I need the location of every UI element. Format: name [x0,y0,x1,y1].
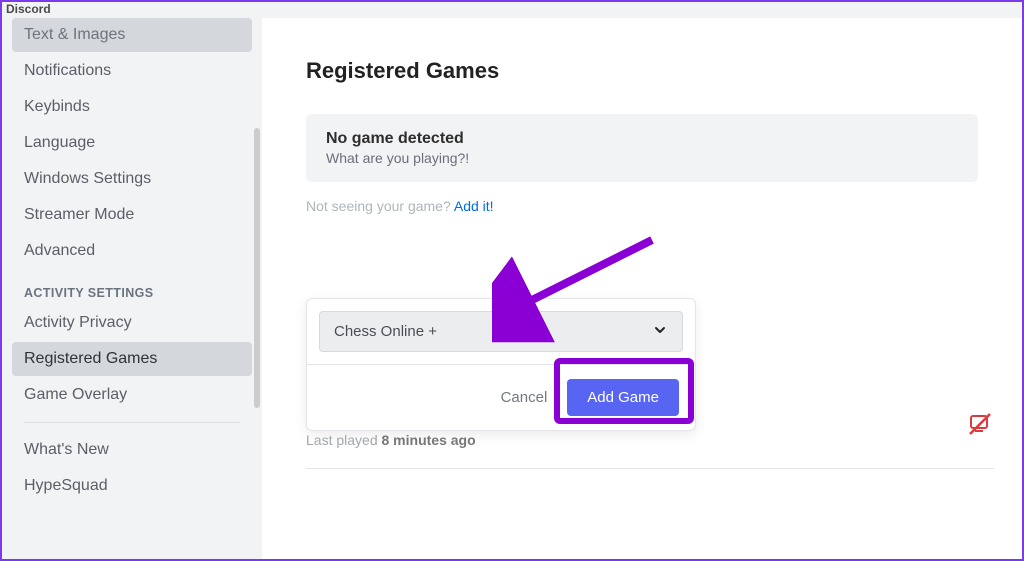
no-game-card: No game detected What are you playing?! [306,114,978,182]
sidebar-item-game-overlay[interactable]: Game Overlay [12,378,252,412]
chevron-down-icon [652,322,668,341]
sidebar-item-hypesquad[interactable]: HypeSquad [12,469,252,503]
overlay-disabled-icon[interactable] [968,412,992,441]
sidebar-scrollbar[interactable] [254,128,260,408]
last-played-prefix: Last played [306,432,382,448]
app-title: Discord [6,2,51,16]
cancel-button[interactable]: Cancel [497,381,552,414]
sidebar-item-text-images[interactable]: Text & Images [12,18,252,52]
game-select-dropdown[interactable]: Chess Online + [319,311,683,352]
sidebar-item-keybinds[interactable]: Keybinds [12,90,252,124]
settings-sidebar: Text & Images Notifications Keybinds Lan… [2,18,262,559]
app-container: Text & Images Notifications Keybinds Lan… [2,2,1022,559]
main-content: Registered Games No game detected What a… [262,18,1022,559]
sidebar-item-notifications[interactable]: Notifications [12,54,252,88]
last-played: Last played 8 minutes ago [306,432,476,448]
last-played-value: 8 minutes ago [382,432,476,448]
page-title: Registered Games [306,58,978,84]
popover-footer: Cancel Add Game [307,364,695,430]
sidebar-separator [24,422,240,423]
add-game-popover: Chess Online + Cancel Add Game [306,298,696,431]
add-it-link[interactable]: Add it! [454,198,494,214]
content-divider [306,468,994,469]
add-game-button[interactable]: Add Game [567,379,679,416]
sidebar-item-windows-settings[interactable]: Windows Settings [12,162,252,196]
dropdown-value: Chess Online + [334,323,437,340]
sidebar-item-streamer-mode[interactable]: Streamer Mode [12,198,252,232]
sidebar-item-language[interactable]: Language [12,126,252,160]
section-header-activity: ACTIVITY SETTINGS [12,270,252,306]
sidebar-item-advanced[interactable]: Advanced [12,234,252,268]
sidebar-item-whats-new[interactable]: What's New [12,433,252,467]
not-seeing-text: Not seeing your game? Add it! [306,198,978,214]
no-game-title: No game detected [326,130,958,148]
not-seeing-label: Not seeing your game? [306,198,454,214]
sidebar-item-registered-games[interactable]: Registered Games [12,342,252,376]
no-game-subtext: What are you playing?! [326,150,958,166]
sidebar-item-activity-privacy[interactable]: Activity Privacy [12,306,252,340]
